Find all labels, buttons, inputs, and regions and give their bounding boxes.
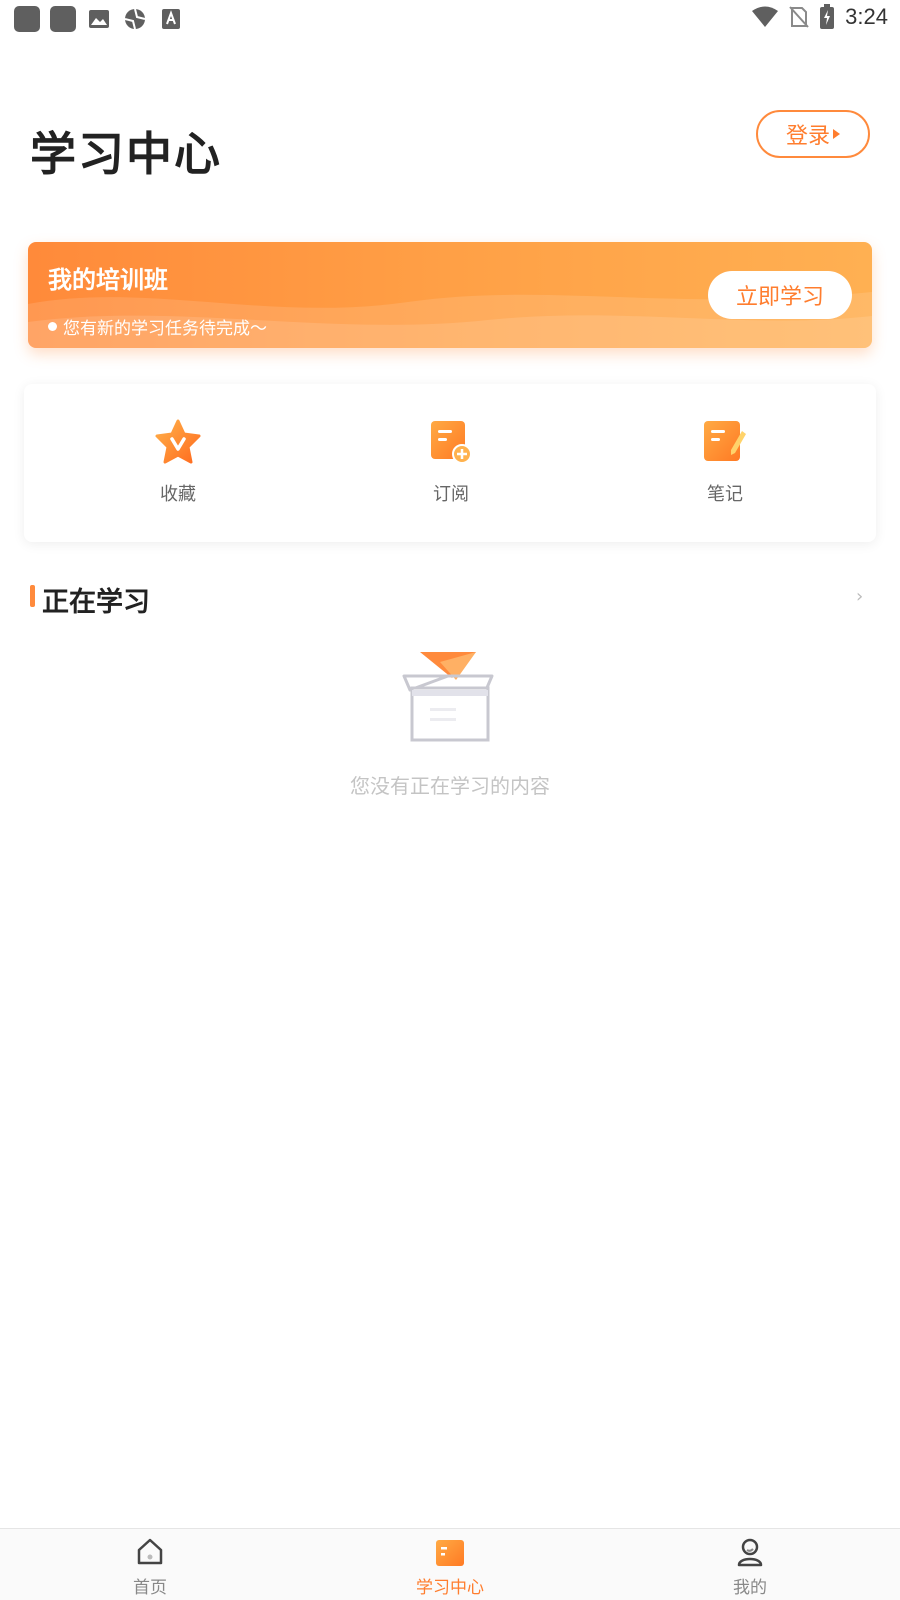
app-notification-icon — [50, 6, 76, 32]
app-notification-icon — [14, 6, 40, 32]
login-label: 登录 — [785, 124, 830, 149]
caret-right-icon — [833, 129, 840, 139]
tool-notes[interactable]: 笔记 — [665, 418, 785, 506]
font-icon — [158, 6, 184, 32]
battery-icon — [820, 4, 835, 29]
study-center-icon — [433, 1535, 467, 1569]
empty-state-text: 您没有正在学习的内容 — [350, 774, 550, 798]
empty-box-icon — [402, 652, 494, 742]
chevron-right-icon[interactable]: › — [856, 586, 863, 607]
tool-label: 订阅 — [433, 484, 469, 505]
page-title: 学习中心 — [30, 127, 222, 181]
quick-tools-card: 收藏 订阅 笔记 — [24, 384, 876, 542]
bullet-dot — [48, 322, 57, 331]
status-bar: 3:24 — [0, 0, 900, 36]
banner-subtitle: 您有新的学习任务待完成～ — [48, 314, 267, 339]
section-title: 正在学习 — [42, 587, 150, 618]
tab-profile[interactable]: 我的 — [690, 1535, 810, 1598]
notification-icons — [14, 6, 184, 32]
tab-label: 学习中心 — [416, 1578, 484, 1598]
tool-label: 收藏 — [160, 484, 196, 505]
login-button[interactable]: 登录 — [756, 110, 870, 158]
tab-label: 我的 — [733, 1578, 767, 1598]
no-sim-icon — [789, 6, 809, 28]
star-v-icon — [154, 418, 202, 466]
tool-label: 笔记 — [707, 484, 743, 505]
training-class-banner[interactable]: 我的培训班 您有新的学习任务待完成～ 立即学习 — [28, 242, 872, 348]
tool-favorites[interactable]: 收藏 — [118, 418, 238, 506]
section-accent-bar — [30, 585, 35, 607]
document-plus-icon — [427, 418, 475, 466]
system-indicators: 3:24 — [751, 4, 888, 30]
image-icon — [86, 6, 112, 32]
aperture-icon — [122, 6, 148, 32]
start-learning-button[interactable]: 立即学习 — [708, 271, 852, 319]
banner-subtitle-text: 您有新的学习任务待完成～ — [63, 319, 267, 339]
banner-title: 我的培训班 — [48, 266, 168, 294]
bottom-tab-bar: 首页 学习中心 我的 — [0, 1528, 900, 1600]
tab-study-center[interactable]: 学习中心 — [390, 1535, 510, 1598]
tab-home[interactable]: 首页 — [90, 1535, 210, 1598]
note-pencil-icon — [701, 418, 749, 466]
tool-subscriptions[interactable]: 订阅 — [391, 418, 511, 506]
profile-icon — [733, 1535, 767, 1569]
tab-label: 首页 — [133, 1578, 167, 1598]
home-icon — [133, 1535, 167, 1569]
clock: 3:24 — [845, 4, 888, 29]
wifi-icon — [752, 6, 779, 27]
